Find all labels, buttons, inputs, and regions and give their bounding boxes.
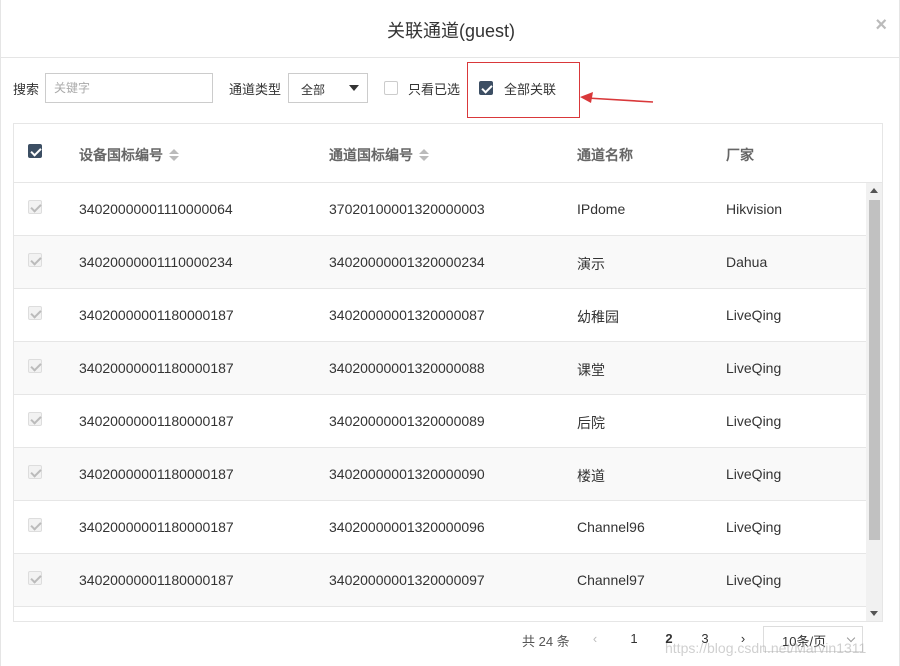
watermark: https://blog.csdn.net/Marvin1311 xyxy=(665,640,867,656)
column-header-vendor: 厂家 xyxy=(726,147,754,163)
table-scrollbar[interactable] xyxy=(866,183,882,621)
table-row[interactable]: 34020000001180000187 3402000000132000009… xyxy=(14,501,866,554)
only-selected-checkbox[interactable] xyxy=(384,81,398,95)
total-count: 共 24 条 xyxy=(522,634,570,649)
table-header: 设备国标编号 通道国标编号 通道名称 厂家 xyxy=(14,124,882,183)
channel-name-cell: IPdome xyxy=(577,201,626,217)
column-header-device-id[interactable]: 设备国标编号 xyxy=(79,145,179,165)
annotation-arrow-icon xyxy=(580,92,654,103)
link-channels-dialog: 关联通道(guest) × 搜索 通道类型 全部 只看已选 全部关联 设备国标编… xyxy=(0,0,900,666)
scroll-down-icon[interactable] xyxy=(870,611,878,616)
channel-id-cell: 34020000001320000088 xyxy=(329,360,485,376)
channel-id-cell: 34020000001320000087 xyxy=(329,307,485,323)
scrollbar-thumb[interactable] xyxy=(869,200,880,540)
channel-type-label: 通道类型 xyxy=(229,82,282,97)
device-id-cell: 34020000001180000187 xyxy=(79,466,234,482)
row-checkbox[interactable] xyxy=(28,571,42,585)
device-id-cell: 34020000001180000187 xyxy=(79,307,234,323)
channel-name-cell: 楼道 xyxy=(577,468,605,484)
device-id-cell: 34020000001110000064 xyxy=(79,201,233,217)
vendor-cell: Hikvision xyxy=(726,201,783,217)
row-checkbox[interactable] xyxy=(28,306,42,320)
column-header-channel-name: 通道名称 xyxy=(577,147,633,163)
row-checkbox[interactable] xyxy=(28,359,42,373)
only-selected-label: 只看已选 xyxy=(408,82,461,97)
search-label: 搜索 xyxy=(13,82,40,97)
row-checkbox[interactable] xyxy=(28,412,42,426)
channel-id-cell: 34020000001320000090 xyxy=(329,466,485,482)
device-id-cell: 34020000001180000187 xyxy=(79,360,234,376)
annotation-highlight-box xyxy=(467,62,580,118)
vendor-cell: Dahua xyxy=(726,254,768,270)
channel-name-cell: Channel97 xyxy=(577,572,645,588)
column-header-label: 设备国标编号 xyxy=(79,147,163,163)
channel-name-cell: Channel96 xyxy=(577,519,645,535)
vendor-cell: LiveQing xyxy=(726,519,782,535)
scroll-up-icon[interactable] xyxy=(870,188,878,193)
page-1-button[interactable]: 1 xyxy=(624,631,644,646)
select-all-checkbox[interactable] xyxy=(28,144,42,158)
vendor-cell: LiveQing xyxy=(726,360,782,376)
table-row[interactable]: 34020000001110000234 3402000000132000023… xyxy=(14,236,866,289)
vendor-cell: LiveQing xyxy=(726,413,782,429)
channel-type-value: 全部 xyxy=(301,83,326,97)
device-id-cell: 34020000001180000187 xyxy=(79,413,234,429)
table-row[interactable]: 34020000001180000187 3402000000132000008… xyxy=(14,289,866,342)
filter-toolbar: 搜索 通道类型 全部 只看已选 全部关联 xyxy=(1,73,900,103)
table-row[interactable]: 34020000001180000187 3402000000132000009… xyxy=(14,554,866,607)
row-checkbox[interactable] xyxy=(28,518,42,532)
table-row[interactable]: 34020000001110000064 3702010000132000000… xyxy=(14,183,866,236)
search-input[interactable] xyxy=(45,73,213,103)
channel-id-cell: 34020000001320000097 xyxy=(329,572,485,588)
table-row[interactable]: 34020000001180000187 3402000000132000008… xyxy=(14,342,866,395)
column-header-label: 通道国标编号 xyxy=(329,147,413,163)
table-body: 34020000001110000064 3702010000132000000… xyxy=(14,183,866,621)
vendor-cell: LiveQing xyxy=(726,466,782,482)
channel-id-cell: 34020000001320000089 xyxy=(329,413,485,429)
channel-id-cell: 37020100001320000003 xyxy=(329,201,485,217)
table-row[interactable]: 34020000001180000187 3402000000132000008… xyxy=(14,395,866,448)
channel-type-select[interactable]: 全部 xyxy=(288,73,368,103)
channel-name-cell: 幼稚园 xyxy=(577,309,619,325)
device-id-cell: 34020000001110000234 xyxy=(79,254,233,270)
device-id-cell: 34020000001180000187 xyxy=(79,519,234,535)
row-checkbox[interactable] xyxy=(28,465,42,479)
vendor-cell: LiveQing xyxy=(726,572,782,588)
row-checkbox[interactable] xyxy=(28,200,42,214)
table-row[interactable]: 34020000001180000187 3402000000132000009… xyxy=(14,448,866,501)
device-id-cell: 34020000001180000187 xyxy=(79,572,234,588)
dialog-title: 关联通道(guest) xyxy=(386,21,516,41)
prev-page-icon[interactable]: ‹ xyxy=(585,631,605,646)
close-icon[interactable]: × xyxy=(875,13,887,37)
vendor-cell: LiveQing xyxy=(726,307,782,323)
channel-id-cell: 34020000001320000234 xyxy=(329,254,485,270)
row-checkbox[interactable] xyxy=(28,253,42,267)
chevron-down-icon xyxy=(349,85,359,91)
channel-name-cell: 演示 xyxy=(577,256,605,272)
channel-id-cell: 34020000001320000096 xyxy=(329,519,485,535)
sort-icon[interactable] xyxy=(419,149,429,161)
channels-table: 设备国标编号 通道国标编号 通道名称 厂家 340200000011100000… xyxy=(13,123,883,622)
channel-name-cell: 后院 xyxy=(577,415,605,431)
channel-name-cell: 课堂 xyxy=(577,362,605,378)
column-header-channel-id[interactable]: 通道国标编号 xyxy=(329,145,429,165)
dialog-header: 关联通道(guest) × xyxy=(1,0,900,58)
sort-icon[interactable] xyxy=(169,149,179,161)
